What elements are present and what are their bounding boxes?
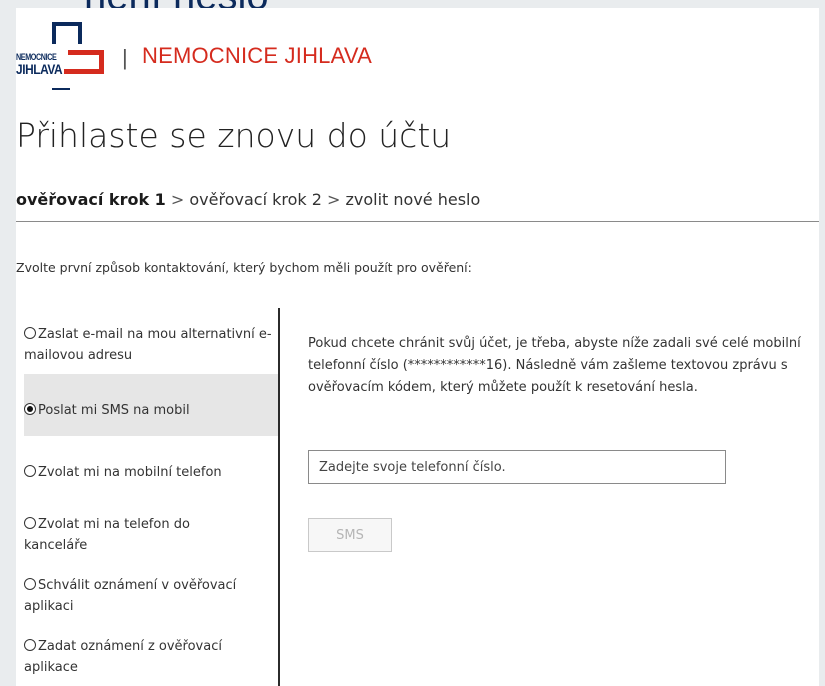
password-reset-card: NEMOCNICE JIHLAVA | NEMOCNICE JIHLAVA Př… xyxy=(16,8,819,686)
radio-button[interactable] xyxy=(24,465,36,477)
radio-button[interactable] xyxy=(24,639,36,651)
phone-number-input[interactable] xyxy=(308,450,726,484)
breadcrumb-step-1: ověřovací krok 1 xyxy=(16,190,166,209)
radio-button[interactable] xyxy=(24,578,36,590)
sms-instructions: Pokud chcete chránit svůj účet, je třeba… xyxy=(308,336,801,395)
brand-separator: | xyxy=(122,45,128,70)
option-label: Zvolat mi na mobilní telefon xyxy=(38,465,222,480)
brand-name: NEMOCNICE JIHLAVA xyxy=(142,43,372,68)
option-alternate-email[interactable]: Zaslat e-mail na mou alternativní e-mail… xyxy=(24,324,278,374)
page: nění heslo NEMOCNICE JIHLAVA | NEMOCNICE… xyxy=(0,0,825,686)
option-enter-app-code[interactable]: Zadat oznámení z ověřovací aplikace xyxy=(24,636,254,686)
background-left-edge xyxy=(0,20,16,686)
option-label: Zvolat mi na telefon do kanceláře xyxy=(24,517,190,553)
hospital-logo: NEMOCNICE JIHLAVA xyxy=(16,22,106,80)
option-label: Schválit oznámení v ověřovací aplikaci xyxy=(24,578,237,614)
logo-text-line2: JIHLAVA xyxy=(16,61,63,77)
radio-button[interactable] xyxy=(24,327,36,339)
radio-button-selected[interactable] xyxy=(24,403,36,415)
option-call-office[interactable]: Zvolat mi na telefon do kanceláře xyxy=(24,514,224,564)
logo-roof-shape xyxy=(52,22,82,44)
option-label: Zaslat e-mail na mou alternativní e-mail… xyxy=(24,327,272,363)
logo-red-bar xyxy=(64,69,104,74)
breadcrumb-step-2: ověřovací krok 2 xyxy=(189,190,322,209)
page-title: Přihlaste se znovu do účtu xyxy=(16,116,452,155)
radio-button[interactable] xyxy=(24,517,36,529)
breadcrumb: ověřovací krok 1 > ověřovací krok 2 > zv… xyxy=(16,190,480,209)
option-approve-app-notification[interactable]: Schválit oznámení v ověřovací aplikaci xyxy=(24,575,264,625)
option-sms-mobile[interactable]: Poslat mi SMS na mobil xyxy=(24,374,278,436)
option-call-mobile[interactable]: Zvolat mi na mobilní telefon xyxy=(24,462,278,502)
breadcrumb-divider xyxy=(16,221,819,222)
option-label: Poslat mi SMS na mobil xyxy=(38,403,190,418)
breadcrumb-step-3: zvolit nové heslo xyxy=(345,190,481,209)
vertical-divider xyxy=(278,308,280,686)
option-label: Zadat oznámení z ověřovací aplikace xyxy=(24,639,222,675)
send-sms-button[interactable]: SMS xyxy=(308,518,392,552)
breadcrumb-separator: > xyxy=(321,190,346,209)
header-dash-decoration xyxy=(52,88,70,90)
breadcrumb-separator: > xyxy=(165,190,190,209)
background-right-edge xyxy=(819,20,825,686)
contact-method-prompt: Zvolte první způsob kontaktování, který … xyxy=(16,260,472,275)
